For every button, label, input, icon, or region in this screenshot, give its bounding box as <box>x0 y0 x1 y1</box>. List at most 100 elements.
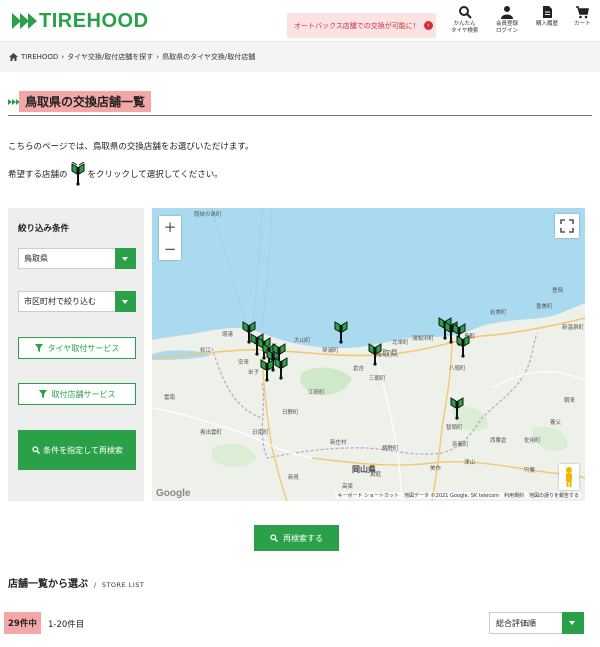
page-title: 鳥取県の交換店舗一覧 <box>25 95 146 109</box>
zoom-out-button[interactable]: − <box>159 238 181 260</box>
map-label: 美作 <box>430 466 442 472</box>
map-label: 岩美町 <box>490 310 507 316</box>
map-label: 米子 <box>248 370 260 376</box>
map-label: 日野町 <box>282 410 299 416</box>
prefecture-select[interactable]: 鳥取県 <box>18 248 136 269</box>
nav-history-label: 購入履歴 <box>536 21 559 27</box>
map-label: 境港 <box>222 332 234 338</box>
promo-banner[interactable]: オートバックス店舗での交換が可能に！ › <box>287 13 436 38</box>
zoom-in-button[interactable]: + <box>159 216 181 238</box>
store-list-header: 店舗一覧から選ぶ / STORE LIST <box>8 575 144 590</box>
research-button[interactable]: 再検索する <box>254 525 339 551</box>
store-list-subtitle-text: STORE LIST <box>101 581 145 589</box>
fullscreen-icon <box>560 219 574 233</box>
store-marker-icon[interactable] <box>368 342 382 366</box>
nav-cart-label: カート <box>574 21 591 27</box>
logo-text: TIREHOOD <box>39 9 149 32</box>
logo-chevron-icon <box>12 13 37 29</box>
map-label: 隠岐の島町 <box>194 212 222 218</box>
map-label: 新温泉町 <box>562 325 585 331</box>
map-label: 新庄村 <box>330 440 347 446</box>
map-label: 高梁 <box>342 484 354 490</box>
filter-search-button[interactable]: 条件を指定して再検索 <box>18 430 136 470</box>
breadcrumb-item[interactable]: タイヤ交換/取付店舗を探す <box>67 52 153 62</box>
map-label: 新見 <box>288 475 300 481</box>
google-logo: Google <box>156 488 191 499</box>
sort-select[interactable]: 総合評価順 <box>489 612 584 634</box>
map-attribution[interactable]: キーボード ショートカット 地図データ ©2021 Google, SK tel… <box>335 492 581 499</box>
map-label: 香美町 <box>536 304 553 310</box>
city-select[interactable]: 市区町村で絞り込む <box>18 291 136 312</box>
street-view-button[interactable] <box>559 464 579 490</box>
map-prefecture-label: 岡山県 <box>352 465 376 474</box>
map-label: 八頭町 <box>449 366 466 372</box>
map-label: 佐用町 <box>524 438 541 444</box>
search-icon <box>270 534 278 542</box>
chevron-down-icon <box>115 291 136 312</box>
tire-service-filter-button[interactable]: タイヤ取付サービス <box>18 337 136 359</box>
store-marker-icon[interactable] <box>456 334 470 358</box>
nav-tire-search-label: かんたん タイヤ検索 <box>451 21 479 34</box>
search-icon <box>32 446 40 454</box>
filter-title: 絞り込み条件 <box>18 224 70 234</box>
map-label: 津山 <box>464 460 476 466</box>
map-label: 奥出雲町 <box>200 430 223 436</box>
intro-instruction: 希望する店舗の をクリックして選択してください。 <box>8 162 223 186</box>
map-label: 智頭町 <box>446 425 463 431</box>
map-label: 豊岡 <box>552 288 564 294</box>
breadcrumb-separator: › <box>61 53 65 61</box>
map-label: 西粟倉 <box>490 438 507 444</box>
arrow-right-icon: › <box>423 21 433 30</box>
map-label: 湯梨浜町 <box>412 336 435 342</box>
map-label: 養父 <box>550 420 562 426</box>
store-service-filter-label: 取付店舗サービス <box>51 389 116 399</box>
map-label: 江府町 <box>308 390 325 396</box>
map-label: 北栄町 <box>392 340 409 346</box>
home-icon <box>9 53 18 61</box>
site-header: TIREHOOD オートバックス店舗での交換が可能に！ › かんたん タイヤ検索 … <box>0 0 600 42</box>
result-range: 1-20件目 <box>48 620 85 630</box>
store-map[interactable]: 松江 安来 大山町 琴浦町 倉吉 三朝町 鳥取 八頭町 岩美町 香美町 新温泉町… <box>152 208 585 501</box>
zoom-control: + − <box>159 216 181 260</box>
store-service-filter-button[interactable]: 取付店舗サービス <box>18 383 136 405</box>
page-title-highlight: 鳥取県の交換店舗一覧 <box>19 91 152 112</box>
map-label: 奈義町 <box>452 442 469 448</box>
breadcrumb-home[interactable]: TIREHOOD <box>21 53 58 61</box>
store-list-subtitle: / STORE LIST <box>94 581 145 589</box>
breadcrumb-separator: › <box>156 53 160 61</box>
research-label: 再検索する <box>283 533 323 543</box>
nav-cart[interactable]: カート <box>574 5 591 28</box>
cart-icon <box>576 6 590 19</box>
intro-text: こちらのページでは、鳥取県の交換店舗をお選びいただけます。 <box>8 142 254 152</box>
map-label: 大山町 <box>294 338 311 344</box>
map-label: 朝来 <box>564 398 576 404</box>
store-marker-icon[interactable] <box>334 320 348 344</box>
breadcrumb-current: 鳥取県のタイヤ交換/取付店舗 <box>162 53 256 61</box>
filter-icon <box>38 390 47 398</box>
store-marker-icon[interactable] <box>450 396 464 420</box>
pegman-icon <box>566 467 572 487</box>
site-logo[interactable]: TIREHOOD <box>12 10 149 32</box>
chevron-down-icon <box>115 248 136 269</box>
intro-instruction-after: をクリックして選択してください。 <box>87 170 223 180</box>
map-label: 宍粟 <box>524 468 536 474</box>
nav-login[interactable]: 会員登録 ログイン <box>496 5 518 35</box>
store-marker-icon[interactable] <box>274 356 288 380</box>
map-label: 三朝町 <box>369 376 386 382</box>
nav-tire-search[interactable]: かんたん タイヤ検索 <box>451 5 478 35</box>
page-title-block: 鳥取県の交換店舗一覧 <box>8 90 592 116</box>
map-label: 琴浦町 <box>322 348 339 354</box>
promo-text: オートバックス店舗での交換が可能に！ <box>294 21 420 30</box>
fullscreen-button[interactable] <box>555 214 579 238</box>
store-marker-icon[interactable] <box>260 358 274 382</box>
map-label: 松江 <box>200 348 212 354</box>
nav-login-label: 会員登録 ログイン <box>496 21 519 34</box>
result-count: 29件中 <box>4 612 41 634</box>
prefecture-value: 鳥取県 <box>24 254 48 263</box>
search-icon <box>458 6 472 19</box>
user-icon <box>501 6 513 19</box>
breadcrumb: TIREHOOD › タイヤ交換/取付店舗を探す › 鳥取県のタイヤ交換/取付店… <box>0 42 600 72</box>
chevron-down-icon <box>562 612 584 634</box>
nav-history[interactable]: 購入履歴 <box>536 5 558 28</box>
map-label: 安来 <box>238 360 250 366</box>
